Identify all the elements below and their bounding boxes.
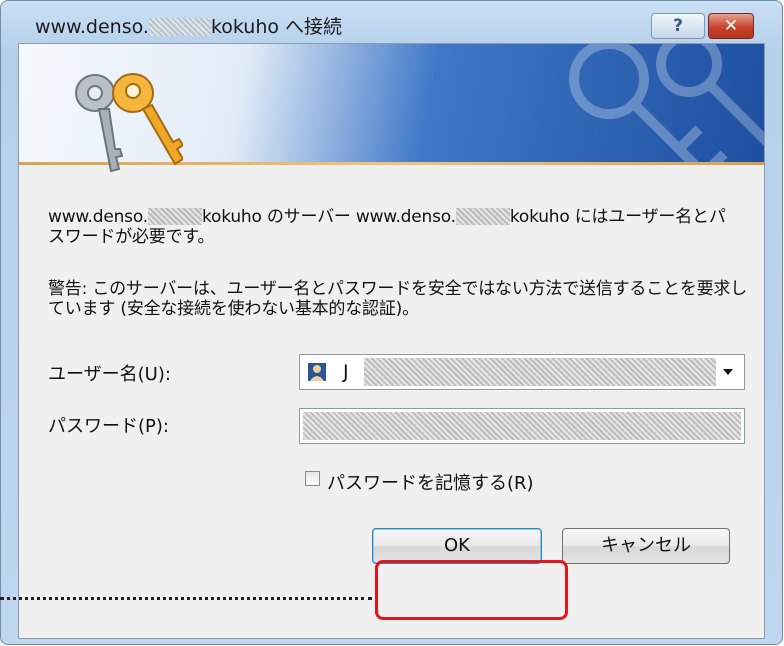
redacted-host-part xyxy=(455,208,510,225)
username-combobox[interactable]: J xyxy=(299,354,745,390)
username-value: J xyxy=(343,361,349,383)
redacted-host-part xyxy=(148,18,211,36)
password-field[interactable] xyxy=(299,408,745,444)
keys-watermark-icon xyxy=(569,44,764,162)
redacted-username xyxy=(364,358,716,386)
chevron-down-icon[interactable] xyxy=(723,369,733,375)
user-account-icon xyxy=(308,363,326,381)
keys-icon xyxy=(75,73,183,173)
redacted-host-part xyxy=(147,208,202,225)
server-message: www.denso. kokuho のサーバー www.denso. kokuho … xyxy=(48,207,726,247)
ok-button[interactable]: OK xyxy=(372,528,542,564)
title-bar[interactable]: www.denso. kokuho へ接続 ? ✕ xyxy=(1,1,782,45)
remember-password-label: パスワードを記憶する(R) xyxy=(327,473,534,494)
close-button[interactable]: ✕ xyxy=(708,13,754,39)
cancel-button[interactable]: キャンセル xyxy=(562,528,730,564)
ok-highlight-box xyxy=(375,560,568,620)
window-title: www.denso. kokuho へ接続 xyxy=(35,16,343,38)
remember-password-checkbox[interactable] xyxy=(305,471,320,486)
help-button[interactable]: ? xyxy=(651,13,705,39)
username-label: ユーザー名(U): xyxy=(48,364,171,385)
redacted-password xyxy=(303,412,741,440)
callout-dotted-line xyxy=(0,597,372,600)
password-label: パスワード(P): xyxy=(48,416,169,437)
warning-message: 警告: このサーバーは、ユーザー名とパスワードを安全ではない方法で送信することを… xyxy=(48,279,748,319)
